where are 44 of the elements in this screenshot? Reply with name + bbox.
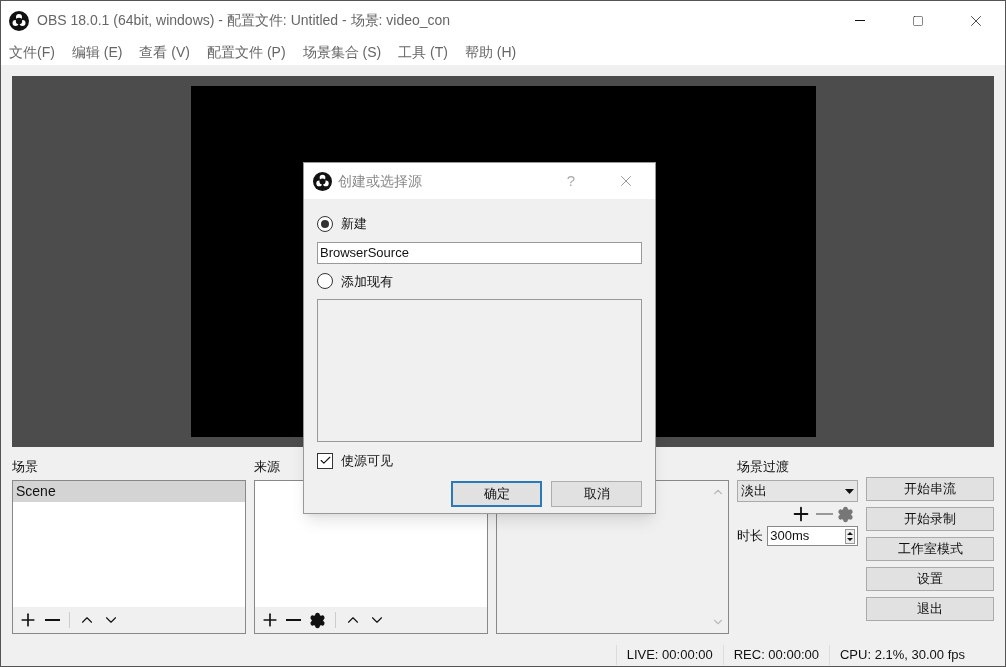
checkbox[interactable] [317,452,333,469]
radio-button[interactable] [317,273,333,290]
dialog-title: 创建或选择源 [338,171,422,191]
control-button[interactable]: 设置 [866,567,994,591]
menu-item[interactable]: 文件(F) [9,42,55,63]
control-button[interactable]: 退出 [866,597,994,621]
control-button[interactable]: 工作室模式 [866,537,994,561]
maximize-icon [912,14,924,27]
option-label: 新建 [341,215,367,233]
minus-icon [286,619,302,621]
menu-item[interactable]: 场景集合 (S) [302,42,382,63]
control-button[interactable]: 开始录制 [866,507,994,531]
menu-item[interactable]: 帮助 (H) [464,42,517,63]
menu-item[interactable]: 配置文件 (P) [207,42,286,63]
minus-icon [44,619,60,621]
window-title: OBS 18.0.1 (64bit, windows) - 配置文件: Untitled - 场景: video_con [37,11,451,30]
minus-icon [816,513,834,515]
duration-label: 时长 [737,527,764,546]
name-field[interactable]: BrowserSource [317,241,642,264]
radio-button[interactable] [317,215,333,232]
scene-item[interactable]: Scene [13,481,245,502]
panel-title: 来源 [253,458,280,476]
panel-title: 场景 [12,458,38,476]
minimize-icon [855,20,865,21]
status-text: CPU: 2.1%, 30.00 fps [829,645,975,665]
dialog-button[interactable]: 确定 [451,480,542,507]
transition-dropdown[interactable]: 淡出 [737,480,859,502]
duration-field[interactable]: 300ms [767,526,859,546]
status-text: LIVE: 00:00:00 [615,645,723,665]
spinner-arrows-icon[interactable] [845,528,856,544]
dialog-button[interactable]: 取消 [551,480,642,507]
logo-icon [313,171,332,191]
menu-item[interactable]: 编辑 (E) [71,42,123,63]
option-label: 添加现有 [341,272,393,291]
menu-item[interactable]: 查看 (V) [139,42,190,63]
menu-item[interactable]: 工具 (T) [398,42,448,63]
logo-icon [9,10,29,31]
settings-icon [837,505,855,523]
checkbox-label: 使源可见 [341,452,393,470]
status-text: REC: 00:00:00 [722,645,829,665]
dropdown-arrow-icon [845,488,855,494]
panel-title: 场景过渡 [737,458,790,476]
settings-icon [309,611,327,629]
control-button[interactable]: 开始串流 [866,477,994,501]
